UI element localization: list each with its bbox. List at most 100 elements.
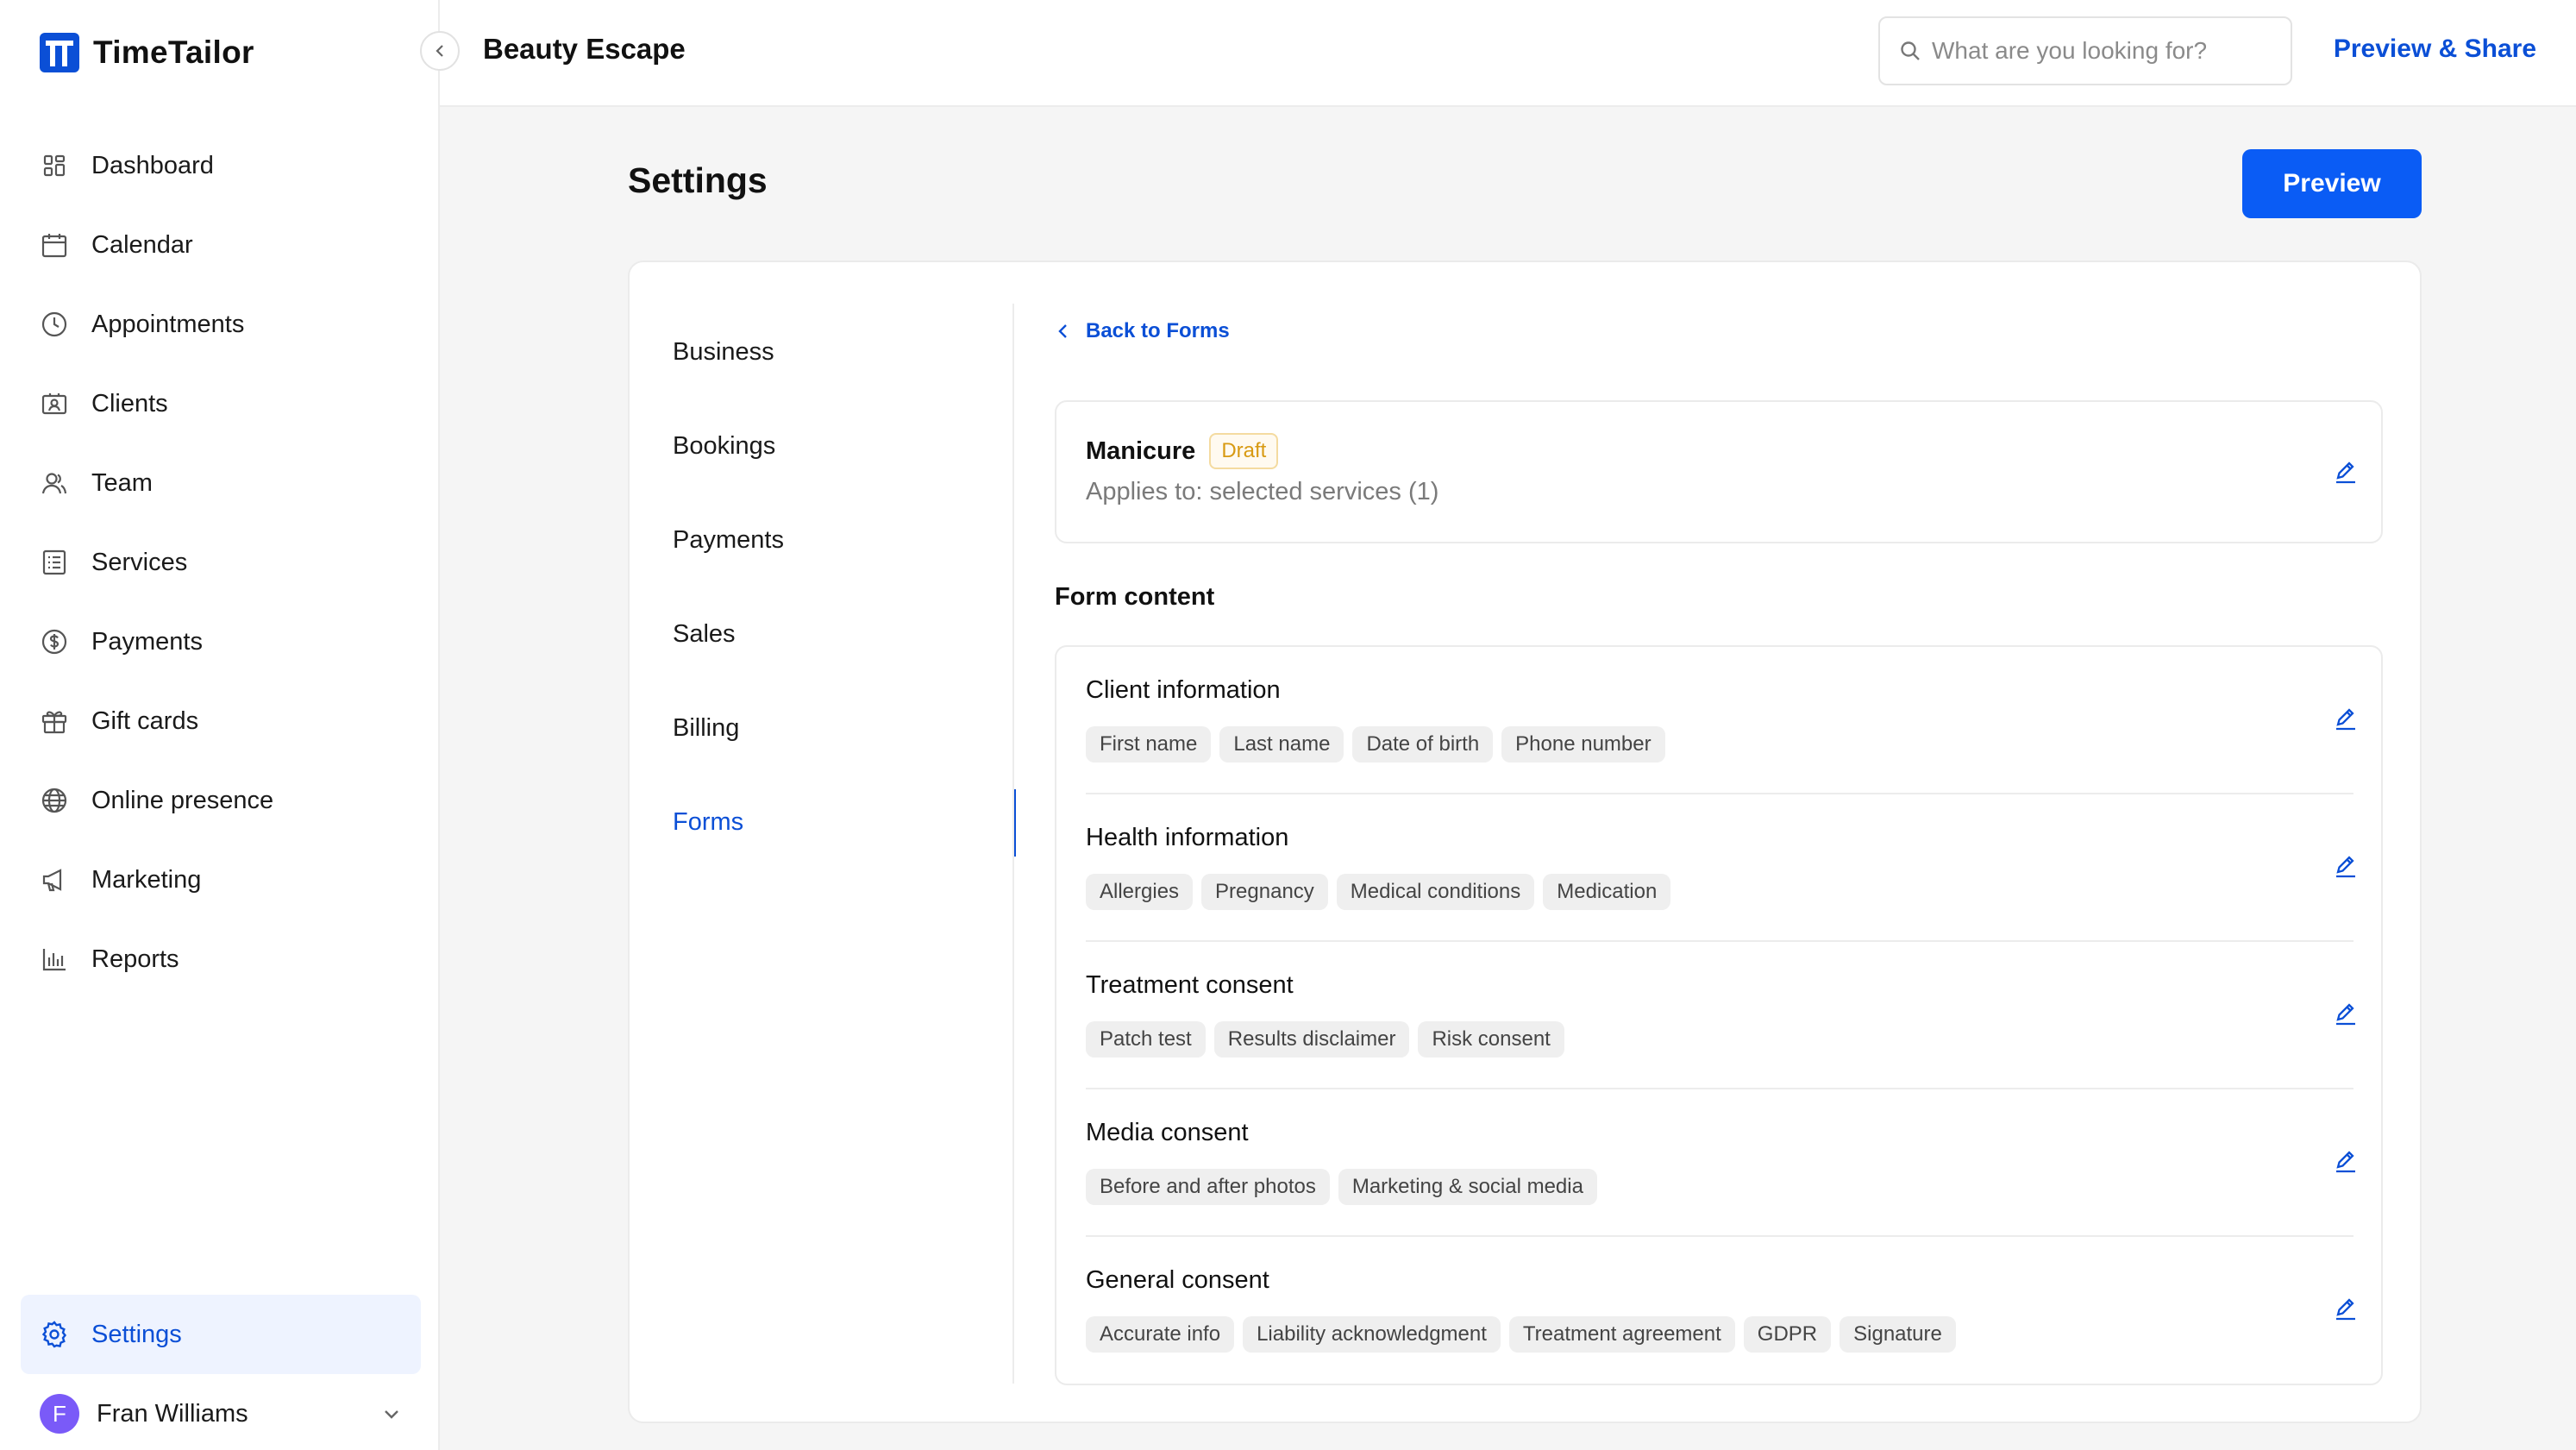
applies-to-text: Applies to: selected services (1) — [1086, 478, 1439, 505]
chevron-left-icon — [431, 42, 448, 60]
pencil-icon — [2336, 708, 2355, 731]
field-chip: Treatment agreement — [1508, 1316, 1735, 1353]
sidebar-item-team[interactable]: Team — [21, 443, 421, 523]
chevron-down-icon — [381, 1403, 402, 1424]
gear-icon — [40, 1320, 69, 1349]
field-chip: Patch test — [1086, 1021, 1206, 1058]
sidebar-item-label: Clients — [91, 389, 168, 417]
field-chip: GDPR — [1743, 1316, 1832, 1353]
field-chip: Accurate info — [1086, 1316, 1235, 1353]
form-section-media-consent: Media consent Before and after photos Ma… — [1056, 1089, 2381, 1237]
field-chip: Medication — [1543, 874, 1671, 910]
collapse-sidebar-button[interactable] — [420, 31, 460, 71]
field-chip: Pregnancy — [1201, 874, 1328, 910]
pencil-icon — [2336, 1151, 2355, 1173]
pencil-icon — [2336, 856, 2355, 878]
edit-section-button[interactable] — [2331, 1146, 2360, 1176]
edit-section-button[interactable] — [2331, 704, 2360, 733]
dollar-icon — [40, 627, 69, 656]
sidebar-item-online-presence[interactable]: Online presence — [21, 761, 421, 840]
field-chip: Marketing & social media — [1338, 1169, 1597, 1205]
subnav-divider — [1012, 304, 1014, 1384]
edit-section-button[interactable] — [2331, 999, 2360, 1028]
subnav-item-payments[interactable]: Payments — [630, 493, 1014, 587]
field-chips: Allergies Pregnancy Medical conditions M… — [1086, 874, 1671, 910]
sidebar-item-label: Gift cards — [91, 706, 199, 735]
preview-button[interactable]: Preview — [2242, 149, 2422, 218]
sidebar-item-appointments[interactable]: Appointments — [21, 285, 421, 364]
calendar-icon — [40, 230, 69, 260]
sidebar-item-settings[interactable]: Settings — [21, 1295, 421, 1374]
pencil-icon — [2336, 1298, 2355, 1321]
sidebar: TimeTailor Dashboard Calendar Appointmen… — [0, 0, 440, 1450]
megaphone-icon — [40, 865, 69, 894]
settings-subnav: Business Bookings Payments Sales Billing… — [630, 305, 1016, 869]
edit-section-button[interactable] — [2331, 851, 2360, 881]
form-header-card: Manicure Draft Applies to: selected serv… — [1055, 400, 2383, 543]
sidebar-item-label: Team — [91, 468, 153, 497]
sidebar-item-clients[interactable]: Clients — [21, 364, 421, 443]
form-section-general-consent: General consent Accurate info Liability … — [1056, 1237, 2381, 1384]
subnav-item-bookings[interactable]: Bookings — [630, 399, 1014, 493]
clock-icon — [40, 310, 69, 339]
edit-form-details-button[interactable] — [2331, 457, 2360, 486]
back-to-forms-link[interactable]: Back to Forms — [1055, 319, 1230, 343]
field-chips: Accurate info Liability acknowledgment T… — [1086, 1316, 1956, 1353]
form-section-client-information: Client information First name Last name … — [1056, 647, 2381, 794]
grid-icon — [40, 151, 69, 180]
sidebar-item-label: Reports — [91, 945, 179, 973]
sidebar-item-gift-cards[interactable]: Gift cards — [21, 681, 421, 761]
section-title: Treatment consent — [1086, 971, 1294, 999]
field-chip: Risk consent — [1418, 1021, 1564, 1058]
field-chip: Signature — [1840, 1316, 1956, 1353]
search-icon — [1899, 40, 1921, 62]
field-chip: Date of birth — [1352, 726, 1494, 763]
search-input[interactable] — [1932, 37, 2277, 65]
contact-card-icon — [40, 389, 69, 418]
form-sections-list: Client information First name Last name … — [1055, 645, 2383, 1385]
globe-icon — [40, 786, 69, 815]
sidebar-item-dashboard[interactable]: Dashboard — [21, 126, 421, 205]
field-chip: First name — [1086, 726, 1212, 763]
sidebar-item-services[interactable]: Services — [21, 523, 421, 602]
sidebar-item-label: Dashboard — [91, 151, 214, 179]
back-link-label: Back to Forms — [1086, 319, 1230, 342]
pencil-icon — [2336, 1003, 2355, 1026]
bar-chart-icon — [40, 945, 69, 974]
form-name: Manicure — [1086, 436, 1196, 465]
list-icon — [40, 548, 69, 577]
subnav-item-business[interactable]: Business — [630, 305, 1014, 399]
subnav-item-forms[interactable]: Forms — [630, 775, 1016, 869]
form-content-heading: Form content — [1055, 583, 1215, 611]
field-chip: Medical conditions — [1336, 874, 1535, 910]
section-title: Client information — [1086, 676, 1281, 704]
user-name: Fran Williams — [97, 1399, 248, 1428]
field-chips: Before and after photos Marketing & soci… — [1086, 1169, 1597, 1205]
sidebar-item-label: Calendar — [91, 230, 193, 259]
field-chip: Last name — [1219, 726, 1344, 763]
subnav-item-sales[interactable]: Sales — [630, 587, 1014, 681]
sidebar-item-calendar[interactable]: Calendar — [21, 205, 421, 285]
chevron-left-icon — [1055, 322, 1072, 341]
user-menu[interactable]: F Fran Williams — [40, 1392, 402, 1435]
business-name: Beauty Escape — [483, 33, 686, 65]
sidebar-item-label: Appointments — [91, 310, 245, 338]
page-title: Settings — [628, 160, 768, 200]
sidebar-item-reports[interactable]: Reports — [21, 920, 421, 999]
field-chip: Results disclaimer — [1213, 1021, 1410, 1058]
field-chip: Liability acknowledgment — [1243, 1316, 1501, 1353]
field-chips: First name Last name Date of birth Phone… — [1086, 726, 1665, 763]
subnav-item-billing[interactable]: Billing — [630, 681, 1014, 775]
preview-share-link[interactable]: Preview & Share — [2334, 35, 2536, 64]
timetailor-logo-icon — [40, 33, 79, 72]
sidebar-item-label: Payments — [91, 627, 203, 656]
sidebar-item-marketing[interactable]: Marketing — [21, 840, 421, 920]
edit-section-button[interactable] — [2331, 1294, 2360, 1323]
search-box[interactable] — [1878, 16, 2292, 85]
sidebar-item-label: Online presence — [91, 786, 274, 814]
form-section-health-information: Health information Allergies Pregnancy M… — [1056, 794, 2381, 942]
brand[interactable]: TimeTailor — [40, 31, 254, 74]
sidebar-item-payments[interactable]: Payments — [21, 602, 421, 681]
sidebar-item-label: Settings — [91, 1320, 182, 1348]
top-bar: Beauty Escape Preview & Share — [440, 0, 2576, 107]
